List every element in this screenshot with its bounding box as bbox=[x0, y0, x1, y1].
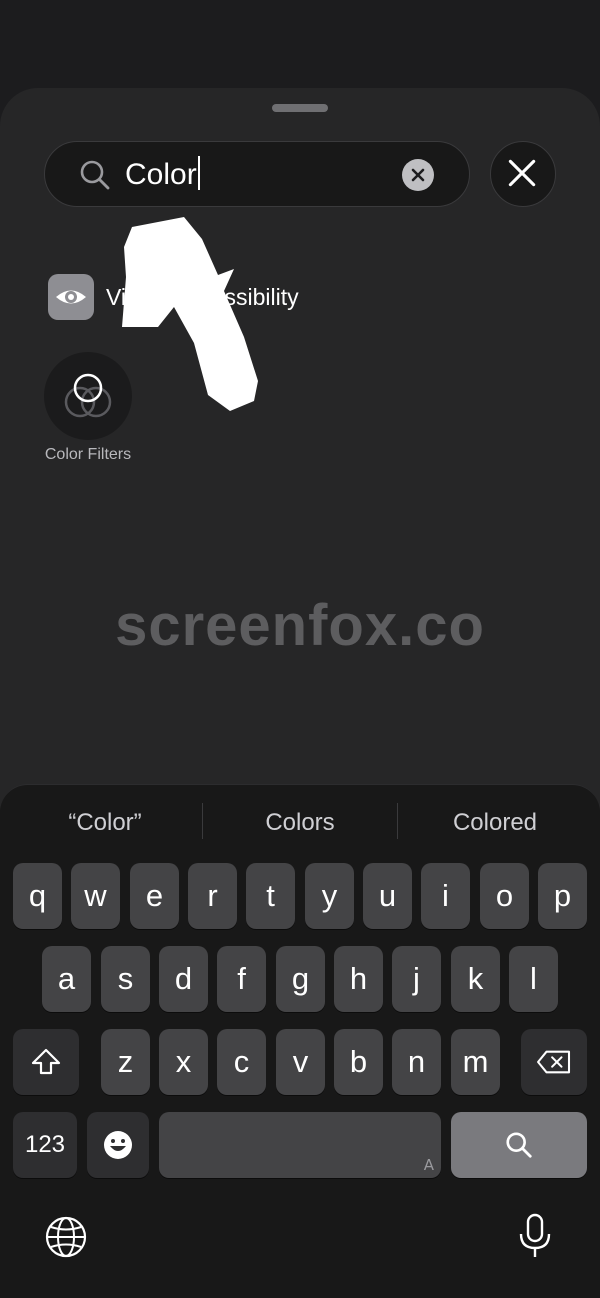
emoji-key[interactable] bbox=[87, 1112, 149, 1178]
sheet-grabber[interactable] bbox=[272, 104, 328, 112]
close-button[interactable] bbox=[490, 141, 556, 207]
suggestion-divider bbox=[397, 803, 398, 839]
clear-icon bbox=[411, 168, 425, 182]
emoji-icon bbox=[104, 1131, 132, 1159]
text-cursor bbox=[197, 156, 200, 190]
key-n[interactable]: n bbox=[392, 1029, 441, 1095]
globe-icon[interactable] bbox=[44, 1215, 88, 1259]
key-s[interactable]: s bbox=[101, 946, 150, 1012]
search-key[interactable] bbox=[451, 1112, 587, 1178]
key-l[interactable]: l bbox=[509, 946, 558, 1012]
color-filters-label: Color Filters bbox=[44, 446, 132, 463]
delete-key[interactable] bbox=[521, 1029, 587, 1095]
key-f[interactable]: f bbox=[217, 946, 266, 1012]
clear-search-button[interactable] bbox=[402, 159, 434, 191]
key-b[interactable]: b bbox=[334, 1029, 383, 1095]
suggestion-divider bbox=[202, 803, 203, 839]
key-y[interactable]: y bbox=[305, 863, 354, 929]
shift-icon bbox=[31, 1048, 61, 1075]
watermark: screenfox.co bbox=[115, 593, 485, 658]
search-icon bbox=[80, 160, 110, 190]
key-j[interactable]: j bbox=[392, 946, 441, 1012]
microphone-icon[interactable] bbox=[515, 1212, 555, 1260]
suggestion-3[interactable]: Colored bbox=[409, 808, 581, 838]
key-x[interactable]: x bbox=[159, 1029, 208, 1095]
key-r[interactable]: r bbox=[188, 863, 237, 929]
key-d[interactable]: d bbox=[159, 946, 208, 1012]
search-icon bbox=[506, 1132, 532, 1158]
key-p[interactable]: p bbox=[538, 863, 587, 929]
key-a[interactable]: a bbox=[42, 946, 91, 1012]
annotation-arrow bbox=[122, 217, 258, 411]
key-e[interactable]: e bbox=[130, 863, 179, 929]
close-icon bbox=[508, 159, 536, 187]
backspace-icon bbox=[537, 1050, 571, 1074]
shift-key[interactable] bbox=[13, 1029, 79, 1095]
eye-icon bbox=[48, 274, 94, 320]
key-u[interactable]: u bbox=[363, 863, 412, 929]
key-o[interactable]: o bbox=[480, 863, 529, 929]
key-q[interactable]: q bbox=[13, 863, 62, 929]
search-field[interactable]: Color bbox=[44, 141, 470, 207]
key-v[interactable]: v bbox=[276, 1029, 325, 1095]
space-hint: A bbox=[423, 1156, 434, 1174]
key-c[interactable]: c bbox=[217, 1029, 266, 1095]
suggestion-1[interactable]: “Color” bbox=[20, 808, 190, 838]
search-query-text[interactable]: Color bbox=[125, 158, 197, 191]
key-i[interactable]: i bbox=[421, 863, 470, 929]
space-key[interactable]: A bbox=[159, 1112, 441, 1178]
key-w[interactable]: w bbox=[71, 863, 120, 929]
key-h[interactable]: h bbox=[334, 946, 383, 1012]
suggestion-2[interactable]: Colors bbox=[214, 808, 386, 838]
key-t[interactable]: t bbox=[246, 863, 295, 929]
key-z[interactable]: z bbox=[101, 1029, 150, 1095]
key-k[interactable]: k bbox=[451, 946, 500, 1012]
key-g[interactable]: g bbox=[276, 946, 325, 1012]
key-m[interactable]: m bbox=[451, 1029, 500, 1095]
numbers-key[interactable]: 123 bbox=[13, 1112, 77, 1178]
